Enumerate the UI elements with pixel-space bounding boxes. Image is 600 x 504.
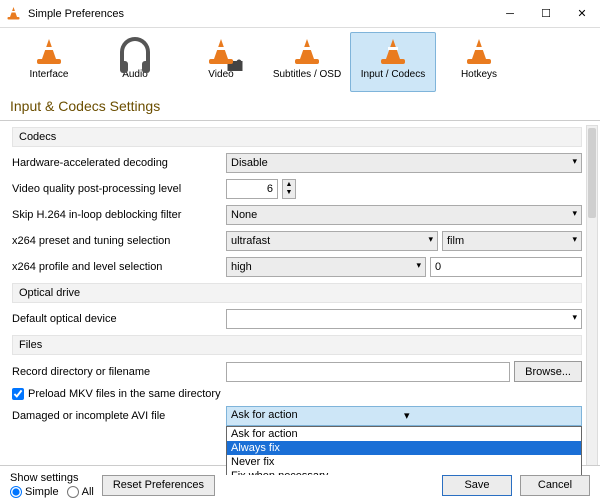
group-files: Files — [12, 335, 582, 355]
reset-button[interactable]: Reset Preferences — [102, 475, 215, 496]
window-title: Simple Preferences — [28, 8, 492, 20]
select-x264-tune[interactable]: film — [442, 231, 582, 251]
tab-interface[interactable]: Interface — [6, 32, 92, 92]
avi-option-always[interactable]: Always fix — [227, 441, 581, 455]
close-button[interactable]: ✕ — [564, 0, 600, 28]
category-tabs: Interface Audio Video Subtitles / OSD In… — [0, 28, 600, 92]
minimize-button[interactable]: ─ — [492, 0, 528, 28]
radio-all[interactable]: All — [67, 486, 94, 498]
label-show-settings: Show settings — [10, 472, 94, 484]
titlebar: Simple Preferences ─ ☐ ✕ — [0, 0, 600, 28]
cancel-button[interactable]: Cancel — [520, 475, 590, 496]
save-button[interactable]: Save — [442, 475, 512, 496]
interface-icon — [34, 37, 64, 67]
input-x264-level[interactable] — [430, 257, 582, 277]
input-record-dir[interactable] — [226, 362, 510, 382]
tab-audio[interactable]: Audio — [92, 32, 178, 92]
checkbox-preload-mkv[interactable] — [12, 388, 24, 400]
scrollbar-thumb[interactable] — [588, 128, 596, 218]
browse-button[interactable]: Browse... — [514, 361, 582, 382]
tab-hotkeys[interactable]: Hotkeys — [436, 32, 522, 92]
input-codecs-icon — [378, 37, 408, 67]
select-x264-profile[interactable]: high — [226, 257, 426, 277]
label-x264-preset: x264 preset and tuning selection — [12, 235, 222, 247]
label-optical-device: Default optical device — [12, 313, 222, 325]
subtitles-icon — [292, 37, 322, 67]
tab-subtitles[interactable]: Subtitles / OSD — [264, 32, 350, 92]
avi-option-ask[interactable]: Ask for action — [227, 427, 581, 441]
tab-video[interactable]: Video — [178, 32, 264, 92]
avi-option-never[interactable]: Never fix — [227, 455, 581, 469]
label-post-proc: Video quality post-processing level — [12, 183, 222, 195]
label-skip-h264: Skip H.264 in-loop deblocking filter — [12, 209, 222, 221]
label-x264-profile: x264 profile and level selection — [12, 261, 222, 273]
select-hw-decode[interactable]: Disable — [226, 153, 582, 173]
hotkeys-icon — [464, 37, 494, 67]
video-icon — [206, 37, 236, 67]
tab-input-codecs[interactable]: Input / Codecs — [350, 32, 436, 92]
scrollbar[interactable] — [586, 125, 598, 471]
label-hw-decode: Hardware-accelerated decoding — [12, 157, 222, 169]
select-optical-device[interactable] — [226, 309, 582, 329]
group-optical: Optical drive — [12, 283, 582, 303]
select-damaged-avi[interactable]: Ask for action▾ Ask for action Always fi… — [226, 406, 582, 426]
maximize-button[interactable]: ☐ — [528, 0, 564, 28]
input-post-proc[interactable] — [226, 179, 278, 199]
label-damaged-avi: Damaged or incomplete AVI file — [12, 410, 222, 422]
avi-option-when-necessary[interactable]: Fix when necessary — [227, 469, 581, 475]
app-icon — [6, 6, 22, 22]
select-x264-preset[interactable]: ultrafast — [226, 231, 438, 251]
group-codecs: Codecs — [12, 127, 582, 147]
settings-panel: Codecs Hardware-accelerated decoding Dis… — [0, 121, 600, 475]
spin-post-proc[interactable]: ▲▼ — [282, 179, 296, 199]
dropdown-list: Ask for action Always fix Never fix Fix … — [226, 426, 582, 475]
select-skip-h264[interactable]: None — [226, 205, 582, 225]
audio-icon — [120, 37, 150, 67]
page-title: Input & Codecs Settings — [0, 92, 600, 121]
radio-simple[interactable]: Simple — [10, 486, 59, 498]
chevron-down-icon: ▾ — [404, 409, 577, 423]
label-preload-mkv: Preload MKV files in the same directory — [28, 388, 221, 400]
label-record-dir: Record directory or filename — [12, 366, 222, 378]
